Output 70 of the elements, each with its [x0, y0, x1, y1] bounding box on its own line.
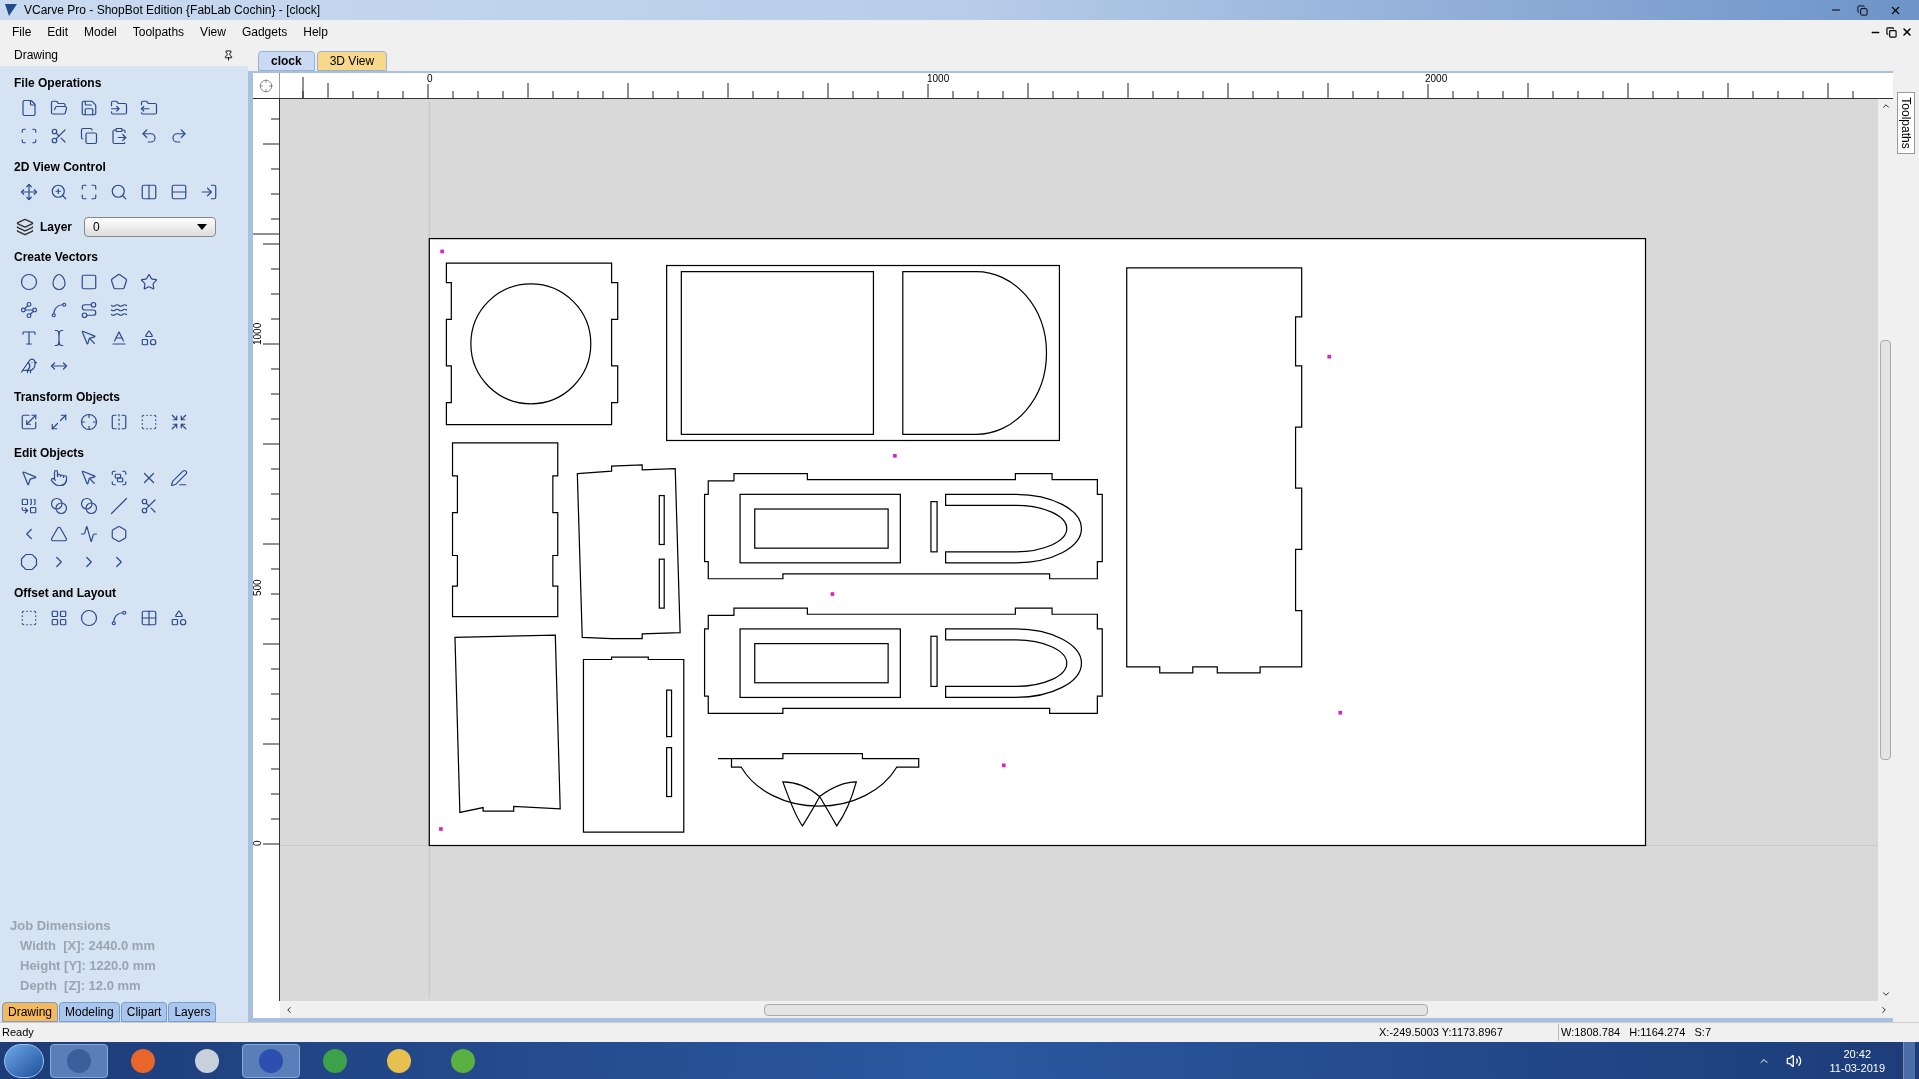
panel-title: Drawing	[14, 47, 58, 64]
section-title: Offset and Layout	[13, 585, 117, 602]
job-dimension-text: Depth [Z]: 12.0 mm	[19, 977, 142, 995]
section-title: File Operations	[13, 75, 103, 92]
job-dimension-text: Height [Y]: 1220.0 mm	[19, 957, 157, 975]
app-icon	[195, 1048, 219, 1073]
app-logo-icon	[4, 3, 18, 17]
layers-icon	[16, 218, 34, 236]
panel-tab[interactable]: Drawing	[2, 1002, 58, 1022]
restore-icon[interactable]	[1885, 26, 1897, 38]
panel-tab[interactable]: Layers	[168, 1002, 217, 1022]
panel-tab[interactable]: Modeling	[59, 1002, 120, 1022]
scroll-down-icon[interactable]	[1880, 989, 1891, 999]
ruler-label: 1000	[926, 74, 951, 84]
origin-marker	[893, 453, 897, 458]
selection-size-text: W:1808.784 H:1164.274 S:7	[1558, 1024, 1919, 1041]
menu-item[interactable]: Toolpaths	[124, 23, 193, 41]
scrollbar-thumb[interactable]	[1880, 340, 1891, 760]
side-tab[interactable]: Toolpaths	[1897, 92, 1915, 154]
close-icon[interactable]	[1901, 26, 1913, 38]
menu-item[interactable]: File	[4, 23, 40, 41]
layer-label: Layer	[40, 219, 74, 236]
menu-item[interactable]: View	[192, 23, 234, 41]
layer-dropdown[interactable]: 0	[84, 217, 216, 237]
start-button[interactable]	[4, 1043, 44, 1078]
app-icon	[67, 1048, 91, 1073]
section-title: Transform Objects	[13, 389, 122, 406]
document-tab[interactable]: 3D View	[316, 51, 388, 71]
menu-item[interactable]: Edit	[39, 23, 77, 41]
section-title: 2D View Control	[13, 159, 107, 176]
app-icon	[259, 1048, 283, 1073]
pin-icon[interactable]	[223, 49, 234, 61]
ruler-label: 0	[426, 74, 434, 84]
app-icon	[323, 1048, 347, 1073]
scrollbar-thumb[interactable]	[764, 1003, 1428, 1016]
cursor-position-text: X:-249.5003 Y:1173.8967	[1378, 1025, 1504, 1041]
origin-marker	[1327, 354, 1332, 359]
origin-marker	[439, 827, 443, 831]
app-icon	[131, 1048, 155, 1073]
menu-item[interactable]: Gadgets	[233, 23, 296, 41]
origin-marker	[1338, 710, 1343, 715]
origin-marker	[440, 249, 444, 254]
taskbar-app-button[interactable]	[50, 1043, 108, 1078]
menu-item[interactable]: Help	[295, 23, 336, 41]
clock-date: 11-03-2019	[1829, 1060, 1885, 1075]
section-title: Create Vectors	[13, 249, 100, 266]
document-tab[interactable]: clock	[258, 51, 315, 71]
menu-item[interactable]: Model	[76, 23, 125, 41]
ruler-label: 0	[253, 840, 263, 846]
window-title: VCarve Pro - ShopBot Edition {FabLab Cochin} - [clock]	[24, 2, 321, 19]
clock-time: 20:42	[1843, 1046, 1872, 1061]
volume-icon[interactable]	[1785, 1052, 1802, 1069]
origin-marker	[830, 592, 835, 596]
ruler-label: 2000	[1424, 74, 1449, 84]
origin-marker	[1001, 763, 1006, 768]
status-text: Ready	[1, 1025, 35, 1041]
job-dimension-text: Width [X]: 2440.0 mm	[19, 937, 156, 955]
panel-tab[interactable]: Clipart	[120, 1002, 168, 1022]
app-icon	[387, 1048, 411, 1073]
scroll-right-icon[interactable]	[1879, 1004, 1889, 1015]
ruler-origin-icon[interactable]	[259, 78, 273, 93]
section-title: Edit Objects	[13, 445, 85, 462]
ruler-label: 1000	[253, 322, 263, 345]
scroll-left-icon[interactable]	[284, 1004, 294, 1015]
horizontal-scrollbar[interactable]	[280, 1001, 1893, 1018]
ruler-label: 500	[253, 579, 263, 596]
job-dimensions-title: Job Dimensions	[10, 917, 112, 935]
scroll-up-icon[interactable]	[1880, 101, 1891, 111]
app-icon	[451, 1048, 475, 1073]
taskbar-app-button[interactable]	[242, 1043, 300, 1078]
